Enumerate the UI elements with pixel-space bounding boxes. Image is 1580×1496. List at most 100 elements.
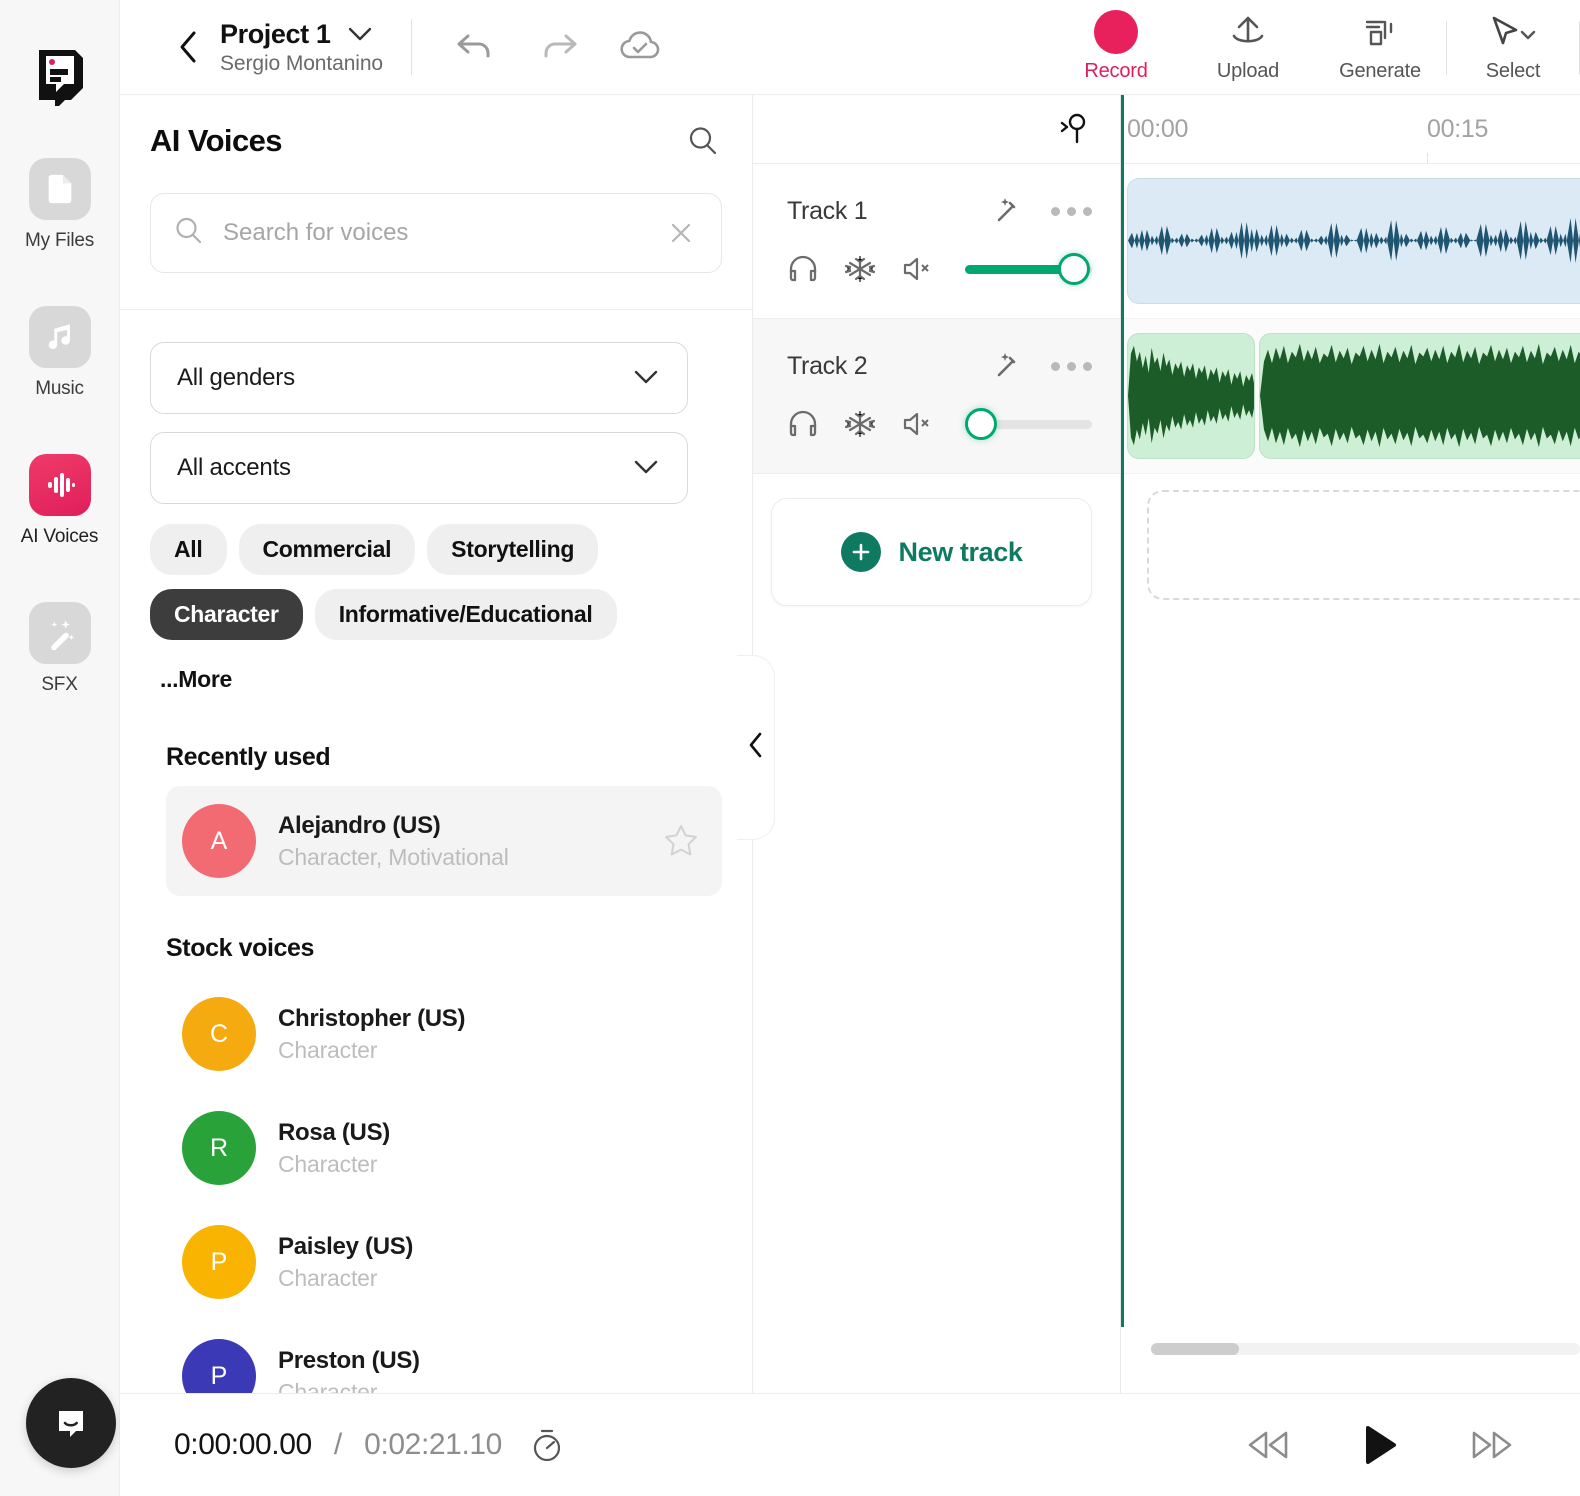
select-button[interactable]: Select	[1447, 12, 1579, 83]
list-item[interactable]: P Preston (US) Character	[166, 1319, 722, 1393]
list-item[interactable]: R Rosa (US) Character	[166, 1091, 722, 1205]
timeline-scrollbar[interactable]	[1151, 1343, 1580, 1355]
generate-button[interactable]: Generate	[1314, 12, 1446, 83]
magic-wand-icon[interactable]	[991, 194, 1025, 228]
panel-collapse-button[interactable]	[737, 655, 775, 840]
voice-meta: Preston (US) Character	[278, 1347, 700, 1394]
chevron-down-icon	[633, 454, 659, 482]
timeline[interactable]: 00:00 00:15	[1121, 95, 1580, 1393]
timecode-separator: /	[333, 1428, 343, 1461]
upload-label: Upload	[1216, 60, 1280, 82]
list-item[interactable]: A Alejandro (US) Character, Motivational	[166, 786, 722, 896]
chip-storytelling[interactable]: Storytelling	[427, 524, 599, 575]
upload-button[interactable]: Upload	[1182, 12, 1314, 83]
generate-label: Generate	[1339, 60, 1421, 82]
audio-clip[interactable]	[1259, 333, 1580, 459]
headphones-icon[interactable]	[787, 254, 819, 284]
close-x-icon[interactable]	[667, 219, 695, 247]
snowflake-icon[interactable]	[845, 409, 875, 439]
search-box[interactable]	[150, 193, 722, 273]
rewind-icon[interactable]	[1242, 1425, 1294, 1465]
chevron-left-icon	[748, 731, 764, 764]
descript-logo-icon[interactable]	[29, 44, 91, 106]
star-outline-icon[interactable]	[662, 822, 700, 860]
avatar: C	[182, 997, 256, 1071]
voice-tags: Character	[278, 1264, 378, 1291]
record-button[interactable]: Record	[1050, 10, 1182, 83]
voice-name: Christopher (US)	[278, 1004, 466, 1032]
search-input[interactable]	[223, 219, 649, 247]
category-chip-list: All Commercial Storytelling Character In…	[150, 524, 710, 705]
volume-slider-track-2[interactable]	[965, 408, 1092, 440]
audio-clip[interactable]	[1127, 178, 1580, 304]
chip-character[interactable]: Character	[150, 589, 303, 640]
select-label: Select	[1485, 60, 1541, 82]
sidebar-item-music[interactable]: Music	[0, 306, 119, 400]
chip-informative[interactable]: Informative/Educational	[314, 589, 617, 640]
fast-forward-icon[interactable]	[1466, 1425, 1518, 1465]
file-icon	[28, 158, 91, 220]
redo-arrow-icon[interactable]	[536, 30, 580, 64]
playhead[interactable]	[1121, 95, 1124, 1327]
drop-zone[interactable]	[1147, 490, 1580, 600]
intercom-chat-icon[interactable]	[26, 1378, 116, 1468]
new-track-button[interactable]: New track	[771, 498, 1092, 606]
voice-waveform-icon	[28, 454, 91, 516]
panel-title: AI Voices	[150, 123, 282, 158]
timeline-ruler[interactable]: 00:00 00:15	[1121, 95, 1580, 164]
volume-slider-track-1[interactable]	[965, 253, 1092, 285]
add-marker-icon[interactable]	[1058, 111, 1090, 147]
project-owner: Sergio Montanino	[220, 51, 384, 75]
track-name[interactable]: Track 1	[787, 197, 991, 226]
sidebar-item-ai-voices[interactable]: AI Voices	[0, 454, 119, 548]
voice-name: Alejandro (US)	[278, 811, 441, 839]
list-item[interactable]: P Paisley (US) Character	[166, 1205, 722, 1319]
scrollbar-thumb[interactable]	[1151, 1343, 1239, 1355]
ruler-label-0: 00:00	[1127, 115, 1189, 143]
stopwatch-icon[interactable]	[530, 1426, 564, 1464]
sidebar-item-sfx[interactable]: SFX	[0, 602, 119, 696]
search-icon[interactable]	[686, 124, 720, 158]
more-dots-icon[interactable]	[1051, 206, 1092, 216]
new-track-label: New track	[898, 536, 1023, 567]
magic-wand-icon[interactable]	[991, 349, 1025, 383]
voice-meta: Paisley (US) Character	[278, 1233, 700, 1292]
waveform	[1128, 345, 1254, 446]
magic-wand-icon	[28, 602, 91, 664]
timeline-lane-1[interactable]	[1121, 164, 1580, 319]
app-root: My Files Music AI Voices SFX Project 1 S…	[0, 0, 1580, 1496]
list-item[interactable]: C Christopher (US) Character	[166, 977, 722, 1091]
page-title: Project 1	[220, 18, 331, 49]
more-dots-icon[interactable]	[1051, 361, 1092, 371]
chip-all[interactable]: All	[150, 524, 227, 575]
record-dot-icon	[1094, 10, 1138, 54]
back-button[interactable]	[178, 30, 198, 64]
gender-filter-value: All genders	[177, 364, 295, 391]
ai-voices-panel: AI Voices All genders All acce	[120, 95, 753, 1393]
track-name[interactable]: Track 2	[787, 352, 991, 381]
headphones-icon[interactable]	[787, 409, 819, 439]
timeline-dropzone-lane[interactable]	[1121, 474, 1580, 629]
play-icon[interactable]	[1360, 1423, 1400, 1467]
top-bar: Project 1 Sergio Montanino Record Upload…	[120, 0, 1580, 95]
accent-filter-select[interactable]: All accents	[150, 432, 688, 504]
voice-meta: Christopher (US) Character	[278, 1005, 700, 1064]
chip-more[interactable]: ...More	[150, 654, 242, 705]
sidebar-item-my-files[interactable]: My Files	[0, 158, 119, 252]
cursor-arrow-icon	[1484, 12, 1542, 54]
plus-circle-icon	[840, 532, 881, 572]
speaker-mute-icon[interactable]	[901, 255, 935, 283]
chevron-down-icon[interactable]	[348, 27, 372, 42]
avatar: P	[182, 1339, 256, 1393]
chip-commercial[interactable]: Commercial	[238, 524, 416, 575]
audio-clip[interactable]	[1127, 333, 1255, 459]
snowflake-icon[interactable]	[845, 254, 875, 284]
voice-name: Rosa (US)	[278, 1118, 390, 1146]
speaker-mute-icon[interactable]	[901, 410, 935, 438]
playback-controls	[1242, 1423, 1518, 1467]
cloud-check-icon[interactable]	[618, 29, 662, 65]
timeline-lane-2[interactable]	[1121, 319, 1580, 474]
upload-arrow-icon	[1227, 12, 1269, 54]
gender-filter-select[interactable]: All genders	[150, 342, 688, 414]
undo-arrow-icon[interactable]	[454, 30, 498, 64]
